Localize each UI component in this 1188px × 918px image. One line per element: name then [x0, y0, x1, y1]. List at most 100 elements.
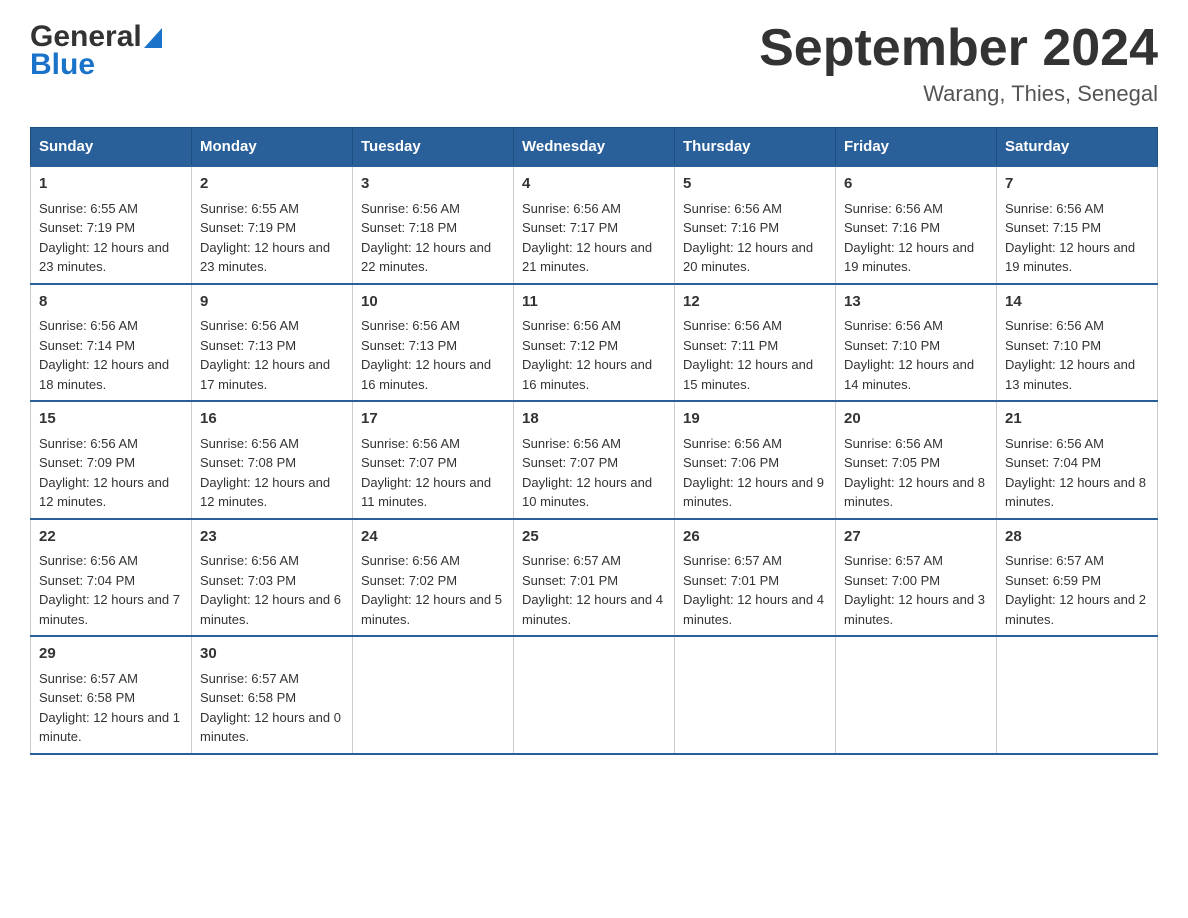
day-sunrise: Sunrise: 6:56 AM: [844, 436, 943, 451]
calendar-day-cell: 15Sunrise: 6:56 AMSunset: 7:09 PMDayligh…: [31, 401, 192, 519]
day-number: 12: [683, 291, 827, 314]
day-daylight: Daylight: 12 hours and 11 minutes.: [361, 475, 491, 510]
day-daylight: Daylight: 12 hours and 16 minutes.: [522, 357, 652, 392]
day-sunset: Sunset: 7:00 PM: [844, 573, 940, 588]
day-sunrise: Sunrise: 6:56 AM: [683, 436, 782, 451]
calendar-week-row: 29Sunrise: 6:57 AMSunset: 6:58 PMDayligh…: [31, 636, 1158, 754]
calendar-day-cell: [675, 636, 836, 754]
day-daylight: Daylight: 12 hours and 19 minutes.: [844, 240, 974, 275]
day-sunrise: Sunrise: 6:56 AM: [200, 318, 299, 333]
calendar-header-sunday: Sunday: [31, 128, 192, 167]
day-number: 19: [683, 408, 827, 431]
calendar-day-cell: [353, 636, 514, 754]
day-sunrise: Sunrise: 6:56 AM: [361, 436, 460, 451]
day-number: 23: [200, 526, 344, 549]
day-sunset: Sunset: 7:17 PM: [522, 220, 618, 235]
day-sunrise: Sunrise: 6:56 AM: [361, 553, 460, 568]
calendar-day-cell: 6Sunrise: 6:56 AMSunset: 7:16 PMDaylight…: [836, 166, 997, 284]
day-sunrise: Sunrise: 6:56 AM: [361, 318, 460, 333]
calendar-header-wednesday: Wednesday: [514, 128, 675, 167]
day-daylight: Daylight: 12 hours and 23 minutes.: [39, 240, 169, 275]
day-daylight: Daylight: 12 hours and 4 minutes.: [522, 592, 663, 627]
day-sunset: Sunset: 7:19 PM: [39, 220, 135, 235]
day-sunset: Sunset: 7:01 PM: [683, 573, 779, 588]
day-daylight: Daylight: 12 hours and 17 minutes.: [200, 357, 330, 392]
day-sunset: Sunset: 7:13 PM: [200, 338, 296, 353]
calendar-day-cell: 17 Sunrise: 6:56 AM Sunset: 7:07 PM Dayligh…: [353, 401, 514, 519]
day-daylight: Daylight: 12 hours and 22 minutes.: [361, 240, 491, 275]
day-number: 7: [1005, 173, 1149, 196]
day-number: 15: [39, 408, 183, 431]
day-number: 14: [1005, 291, 1149, 314]
day-daylight: Daylight: 12 hours and 5 minutes.: [361, 592, 502, 627]
day-sunrise: Sunrise: 6:56 AM: [522, 318, 621, 333]
day-daylight: Daylight: 12 hours and 9 minutes.: [683, 475, 824, 510]
main-title: September 2024: [759, 20, 1158, 77]
calendar-day-cell: 20Sunrise: 6:56 AMSunset: 7:05 PMDayligh…: [836, 401, 997, 519]
day-daylight: Daylight: 12 hours and 6 minutes.: [200, 592, 341, 627]
calendar-day-cell: 12Sunrise: 6:56 AMSunset: 7:11 PMDayligh…: [675, 284, 836, 402]
day-sunrise: Sunrise: 6:57 AM: [844, 553, 943, 568]
day-number: 11: [522, 291, 666, 314]
day-daylight: Daylight: 12 hours and 15 minutes.: [683, 357, 813, 392]
day-number: 24: [361, 526, 505, 549]
day-daylight: Daylight: 12 hours and 2 minutes.: [1005, 592, 1146, 627]
calendar-day-cell: 1Sunrise: 6:55 AMSunset: 7:19 PMDaylight…: [31, 166, 192, 284]
calendar-day-cell: [836, 636, 997, 754]
calendar-header-saturday: Saturday: [997, 128, 1158, 167]
day-sunset: Sunset: 7:06 PM: [683, 455, 779, 470]
day-daylight: Daylight: 12 hours and 18 minutes.: [39, 357, 169, 392]
day-sunset: Sunset: 7:10 PM: [1005, 338, 1101, 353]
day-sunrise: Sunrise: 6:56 AM: [683, 201, 782, 216]
day-sunset: Sunset: 7:05 PM: [844, 455, 940, 470]
day-sunrise: Sunrise: 6:56 AM: [522, 436, 621, 451]
day-sunset: Sunset: 7:11 PM: [683, 338, 778, 353]
calendar-day-cell: 22Sunrise: 6:56 AMSunset: 7:04 PMDayligh…: [31, 519, 192, 637]
calendar-day-cell: 23Sunrise: 6:56 AMSunset: 7:03 PMDayligh…: [192, 519, 353, 637]
day-daylight: Daylight: 12 hours and 14 minutes.: [844, 357, 974, 392]
calendar-day-cell: 9 Sunrise: 6:56 AM Sunset: 7:13 PM Daylight…: [192, 284, 353, 402]
day-number: 10: [361, 291, 505, 314]
calendar-week-row: 22Sunrise: 6:56 AMSunset: 7:04 PMDayligh…: [31, 519, 1158, 637]
day-sunset: Sunset: 7:07 PM: [361, 455, 457, 470]
calendar-day-cell: 18Sunrise: 6:56 AMSunset: 7:07 PMDayligh…: [514, 401, 675, 519]
day-sunset: Sunset: 7:01 PM: [522, 573, 618, 588]
day-sunrise: Sunrise: 6:56 AM: [200, 436, 299, 451]
day-daylight: Daylight: 12 hours and 10 minutes.: [522, 475, 652, 510]
day-number: 9: [200, 291, 344, 314]
day-sunset: Sunset: 6:58 PM: [200, 690, 296, 705]
title-area: September 2024 Warang, Thies, Senegal: [759, 20, 1158, 107]
day-sunset: Sunset: 7:12 PM: [522, 338, 618, 353]
day-daylight: Daylight: 12 hours and 8 minutes.: [844, 475, 985, 510]
day-number: 27: [844, 526, 988, 549]
calendar-day-cell: 26Sunrise: 6:57 AMSunset: 7:01 PMDayligh…: [675, 519, 836, 637]
day-sunset: Sunset: 7:10 PM: [844, 338, 940, 353]
day-daylight: Daylight: 12 hours and 20 minutes.: [683, 240, 813, 275]
day-sunrise: Sunrise: 6:56 AM: [1005, 318, 1104, 333]
day-number: 30: [200, 643, 344, 666]
day-sunset: Sunset: 7:19 PM: [200, 220, 296, 235]
day-sunset: Sunset: 7:16 PM: [683, 220, 779, 235]
calendar-day-cell: 13Sunrise: 6:56 AMSunset: 7:10 PMDayligh…: [836, 284, 997, 402]
day-number: 17: [361, 408, 505, 431]
day-sunset: Sunset: 7:02 PM: [361, 573, 457, 588]
day-sunrise: Sunrise: 6:57 AM: [39, 671, 138, 686]
calendar-day-cell: 21Sunrise: 6:56 AMSunset: 7:04 PMDayligh…: [997, 401, 1158, 519]
day-sunset: Sunset: 7:16 PM: [844, 220, 940, 235]
day-sunrise: Sunrise: 6:56 AM: [844, 318, 943, 333]
day-number: 5: [683, 173, 827, 196]
subtitle: Warang, Thies, Senegal: [759, 81, 1158, 107]
header: General Blue September 2024 Warang, Thie…: [30, 20, 1158, 107]
day-number: 4: [522, 173, 666, 196]
calendar-week-row: 15 Sunrise: 6:56 AM Sunset: 7:09 PM Dayligh…: [31, 401, 1158, 519]
day-sunset: Sunset: 7:03 PM: [200, 573, 296, 588]
logo: General Blue: [30, 20, 162, 82]
calendar-day-cell: 14Sunrise: 6:56 AMSunset: 7:10 PMDayligh…: [997, 284, 1158, 402]
day-sunset: Sunset: 7:09 PM: [39, 455, 135, 470]
logo-blue-text: Blue: [30, 48, 95, 82]
day-sunrise: Sunrise: 6:56 AM: [39, 436, 138, 451]
calendar-day-cell: 8Sunrise: 6:56 AMSunset: 7:14 PMDaylight…: [31, 284, 192, 402]
day-number: 6: [844, 173, 988, 196]
calendar-day-cell: [514, 636, 675, 754]
day-sunset: Sunset: 7:15 PM: [1005, 220, 1101, 235]
